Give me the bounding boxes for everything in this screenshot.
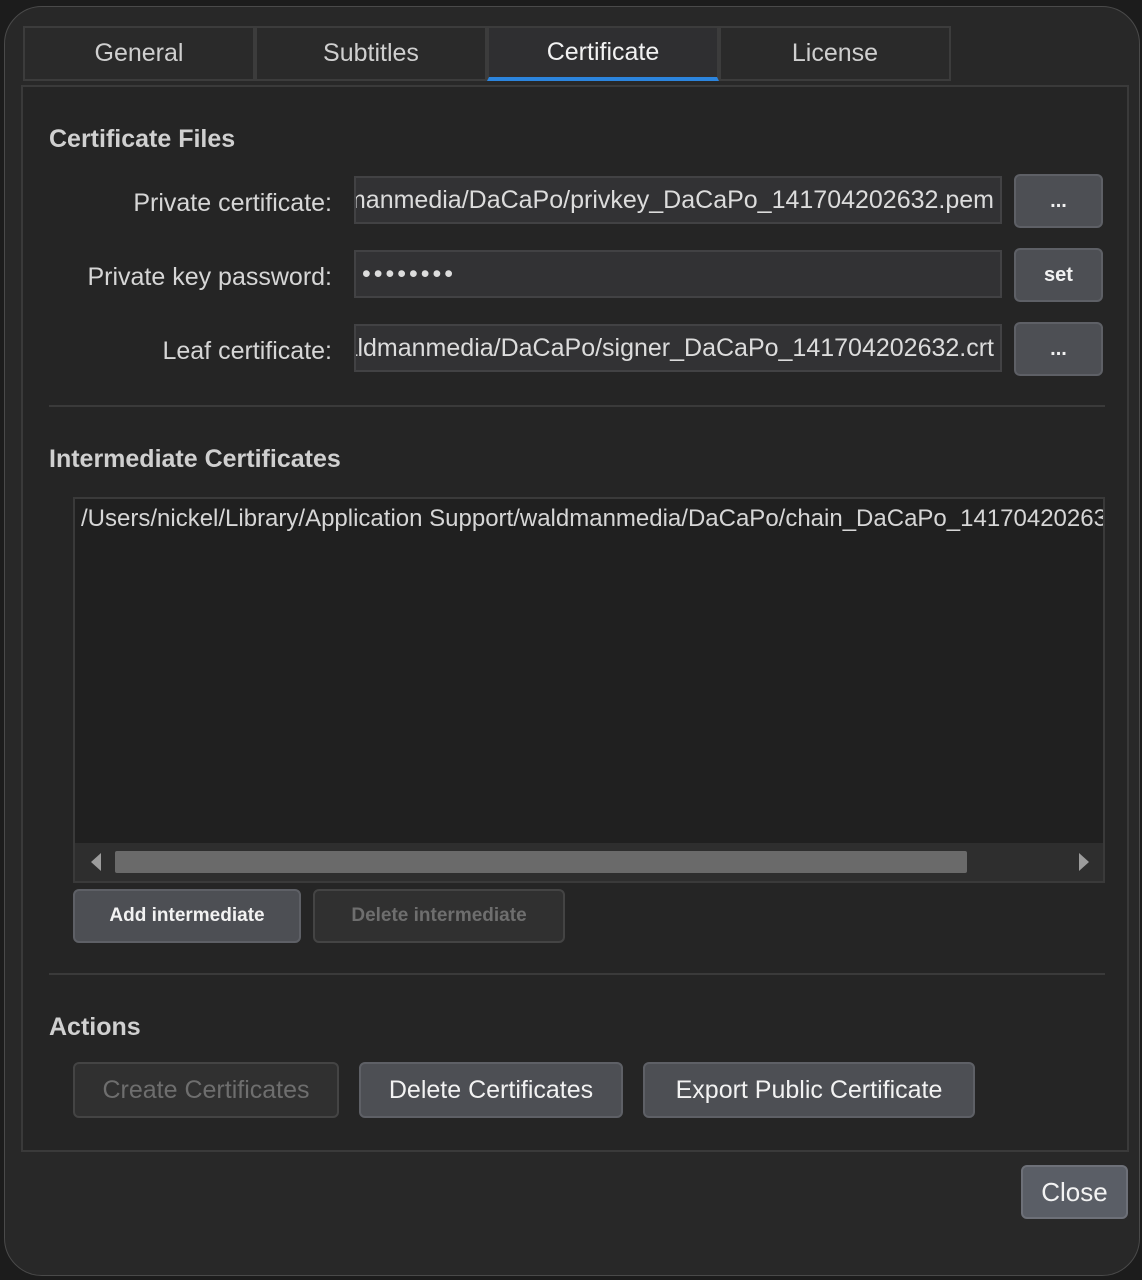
tab-bar: General Subtitles Certificate License: [23, 26, 951, 83]
actions-heading: Actions: [49, 1013, 141, 1041]
delete-intermediate-button[interactable]: Delete intermediate: [313, 889, 565, 943]
tab-certificate[interactable]: Certificate: [487, 26, 719, 81]
create-certificates-button[interactable]: Create Certificates: [73, 1062, 339, 1118]
browse-leaf-certificate-button[interactable]: ...: [1014, 322, 1103, 376]
tab-general[interactable]: General: [23, 26, 255, 81]
divider: [49, 973, 1105, 975]
private-key-password-label: Private key password:: [87, 263, 332, 291]
preferences-window: General Subtitles Certificate License Ce…: [4, 6, 1140, 1276]
scroll-right-icon[interactable]: [1079, 853, 1089, 871]
leaf-certificate-value: /Users/nickel/Library/Application Suppor…: [356, 334, 994, 362]
leaf-certificate-label: Leaf certificate:: [162, 337, 332, 365]
scrollbar-thumb[interactable]: [115, 851, 967, 873]
add-intermediate-button[interactable]: Add intermediate: [73, 889, 301, 943]
tab-subtitles[interactable]: Subtitles: [255, 26, 487, 81]
private-key-password-field[interactable]: ••••••••: [354, 250, 1002, 298]
private-certificate-field[interactable]: /Users/nickel/Library/Application Suppor…: [354, 176, 1002, 224]
private-certificate-label: Private certificate:: [133, 189, 332, 217]
divider: [49, 405, 1105, 407]
horizontal-scrollbar[interactable]: [75, 843, 1103, 881]
intermediate-certificates-heading: Intermediate Certificates: [49, 445, 341, 473]
list-item[interactable]: /Users/nickel/Library/Application Suppor…: [81, 505, 1103, 533]
export-public-certificate-button[interactable]: Export Public Certificate: [643, 1062, 975, 1118]
scroll-left-icon[interactable]: [91, 853, 101, 871]
intermediate-certificates-list[interactable]: /Users/nickel/Library/Application Suppor…: [73, 497, 1105, 883]
delete-certificates-button[interactable]: Delete Certificates: [359, 1062, 623, 1118]
close-button[interactable]: Close: [1021, 1165, 1128, 1219]
browse-private-certificate-button[interactable]: ...: [1014, 174, 1103, 228]
certificate-files-heading: Certificate Files: [49, 125, 236, 153]
set-password-button[interactable]: set: [1014, 248, 1103, 302]
tab-license[interactable]: License: [719, 26, 951, 81]
leaf-certificate-field[interactable]: /Users/nickel/Library/Application Suppor…: [354, 324, 1002, 372]
private-key-password-value: ••••••••: [362, 260, 457, 288]
private-certificate-value: /Users/nickel/Library/Application Suppor…: [356, 186, 994, 214]
certificate-panel: Certificate Files Private certificate: /…: [21, 85, 1129, 1152]
